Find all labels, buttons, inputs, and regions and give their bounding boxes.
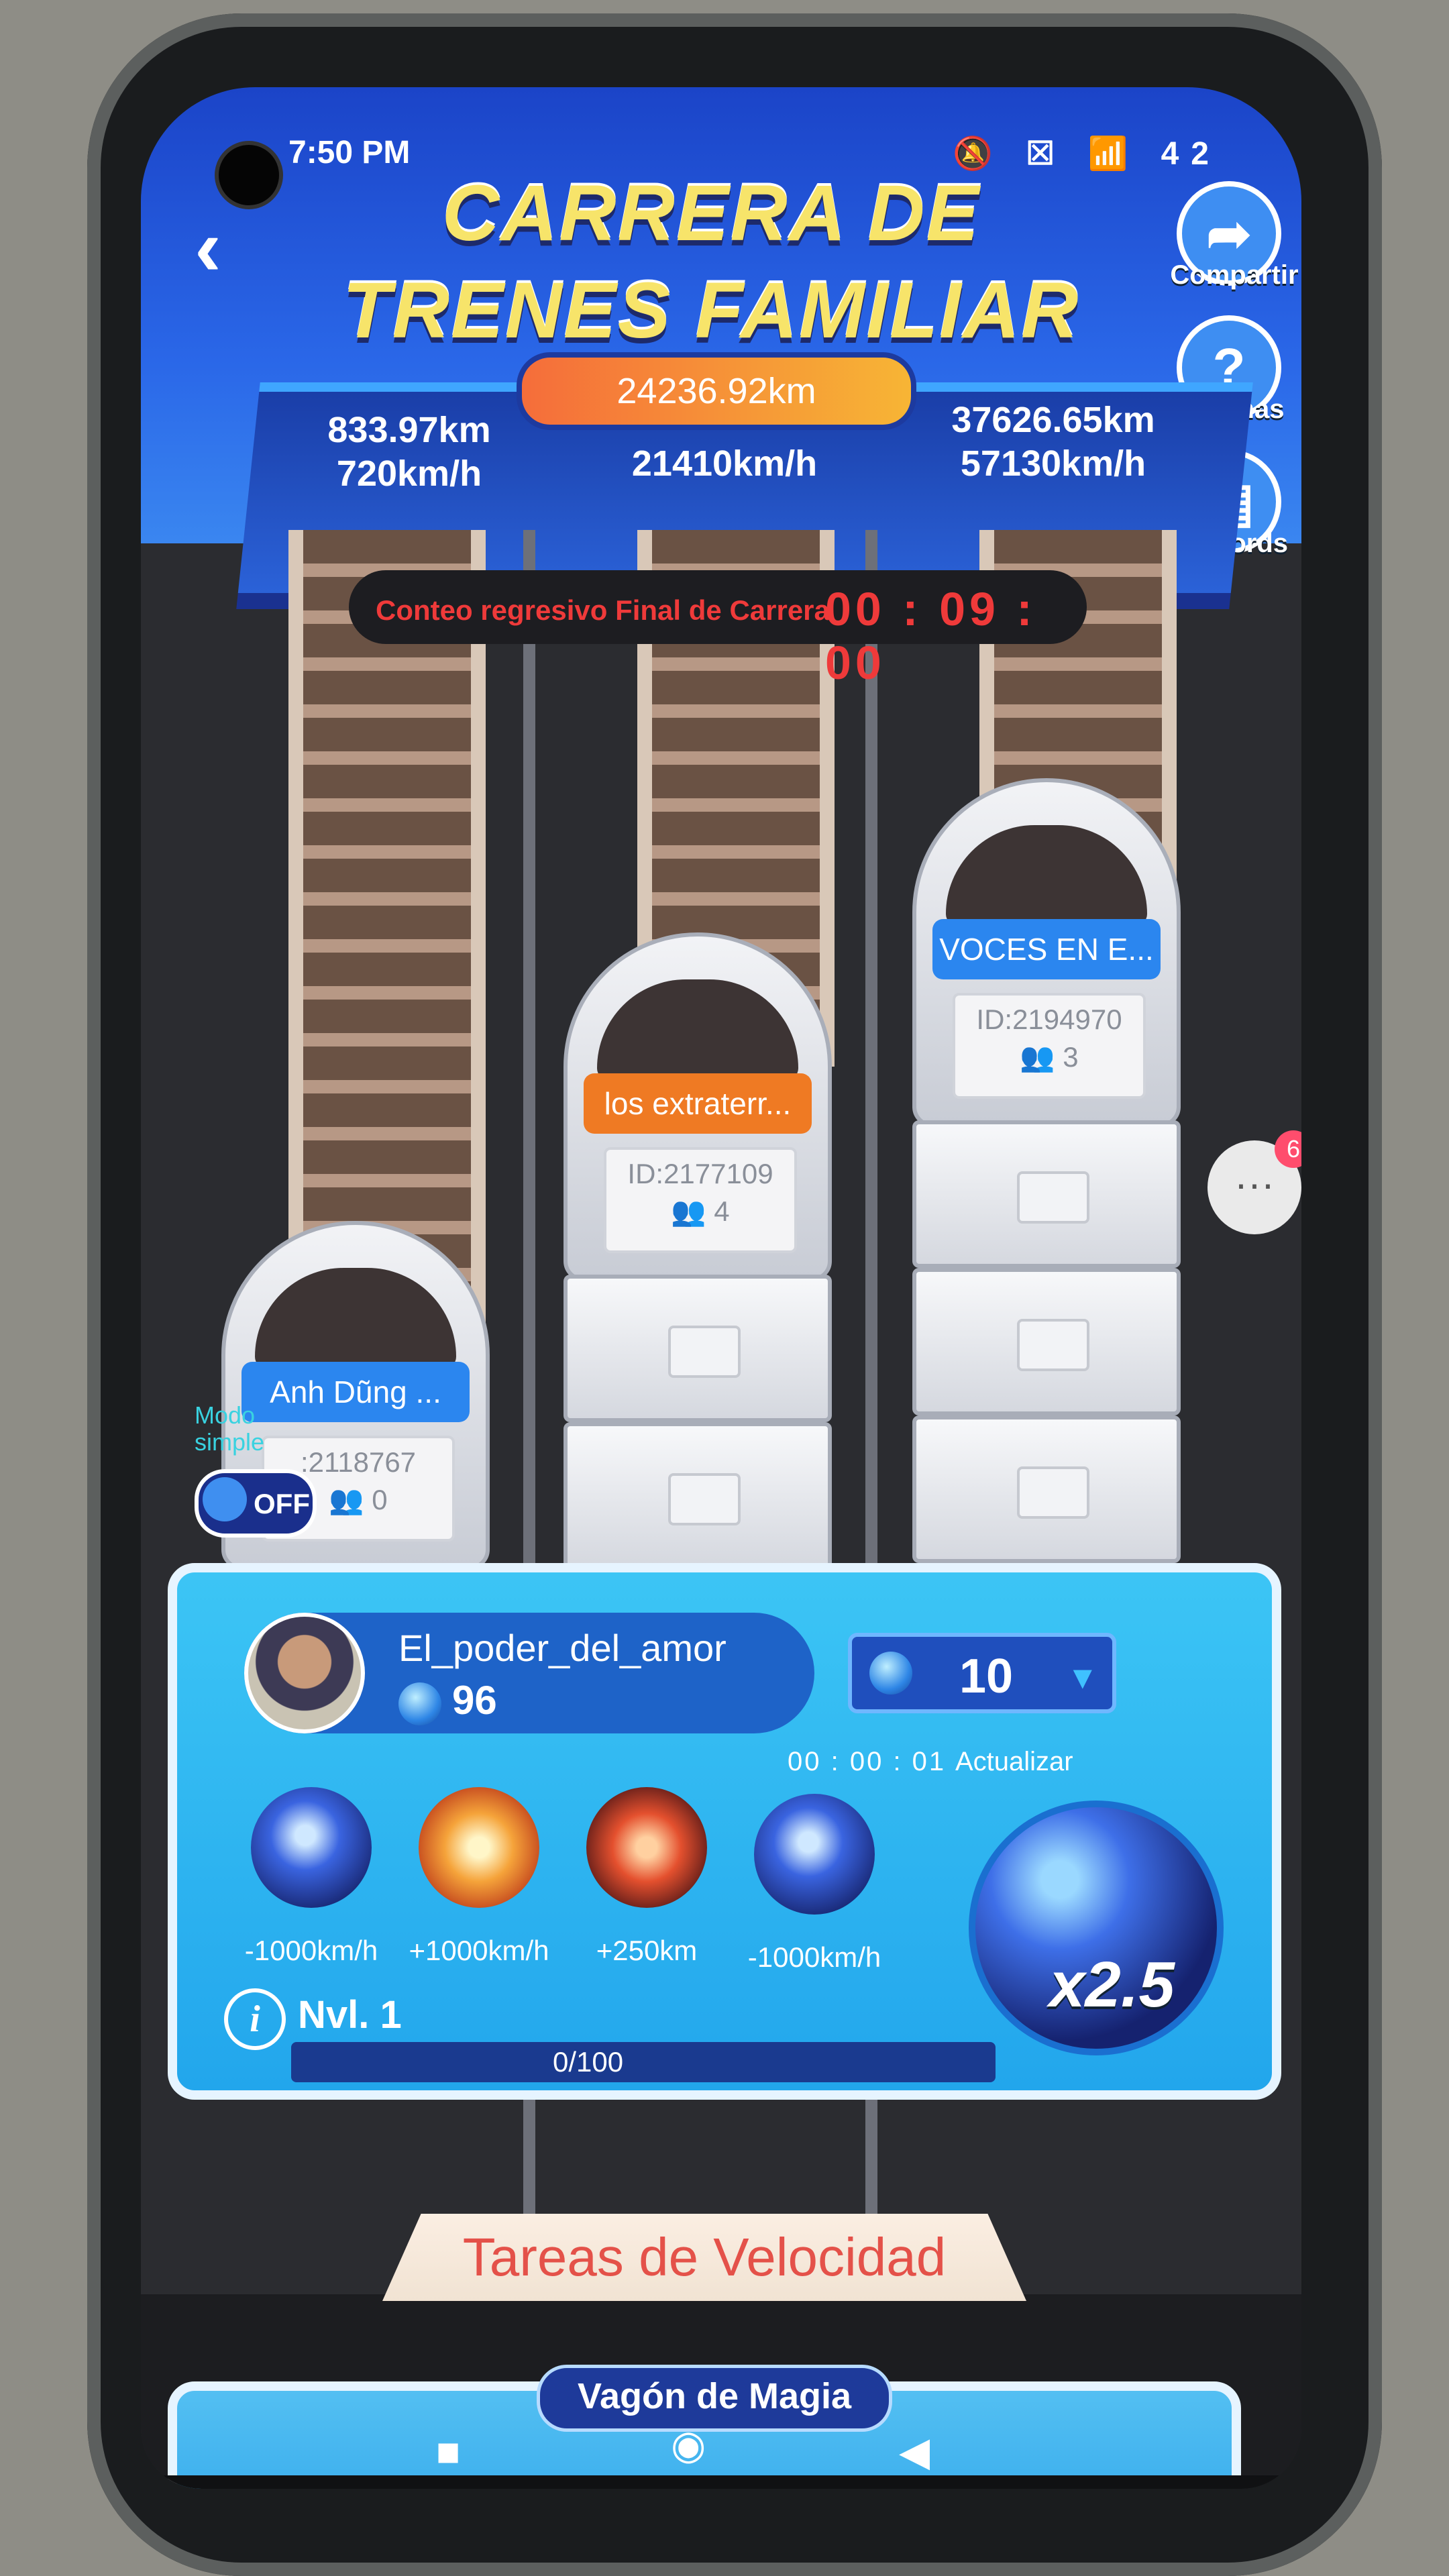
train-car bbox=[564, 1422, 832, 1570]
skill-label: -1000km/h bbox=[244, 1935, 378, 1966]
lane-1-speed: 720km/h bbox=[336, 453, 482, 494]
chevron-down-icon: ▼ bbox=[1067, 1660, 1099, 1696]
lane-3-distance: 37626.65km bbox=[951, 400, 1155, 440]
update-button[interactable]: Actualizar bbox=[955, 1747, 1073, 1777]
toggle-state: OFF bbox=[254, 1488, 310, 1519]
toggle-knob bbox=[203, 1477, 247, 1521]
train-car bbox=[564, 1275, 832, 1422]
gem-icon bbox=[869, 1652, 912, 1695]
gem-icon bbox=[398, 1682, 441, 1725]
train-id: ID:2194970 bbox=[976, 1004, 1122, 1035]
skill-label: -1000km/h bbox=[747, 1941, 881, 1973]
selected-amount: 10 bbox=[959, 1650, 1014, 1703]
simple-mode-toggle[interactable]: OFF bbox=[195, 1469, 317, 1538]
back-nav-button[interactable]: ◀ bbox=[899, 2428, 930, 2475]
train-id-card: ID:2194970 👥 3 bbox=[953, 993, 1146, 1099]
lane-2-speed: 21410km/h bbox=[631, 443, 818, 484]
avatar[interactable] bbox=[244, 1613, 365, 1733]
train-name: VOCES EN E... bbox=[932, 919, 1161, 979]
status-time: 7:50 PM bbox=[288, 135, 411, 170]
user-info: El_poder_del_amor 96 bbox=[244, 1613, 814, 1733]
recent-apps-button[interactable]: ■ bbox=[436, 2428, 460, 2475]
speed-tasks-tab[interactable]: Tareas de Velocidad bbox=[382, 2214, 1026, 2301]
wifi-icon: 📶 bbox=[1087, 136, 1140, 172]
skill-speed-up[interactable] bbox=[419, 1787, 539, 1908]
sim-icon: ☒ bbox=[1026, 136, 1067, 172]
status-icons: 🔕 ☒ 📶 42 bbox=[953, 134, 1221, 172]
race-countdown: Conteo regresivo Final de Carrera 00 : 0… bbox=[349, 570, 1087, 689]
battery-icon: 42 bbox=[1161, 136, 1221, 172]
control-panel: El_poder_del_amor 96 10 ▼ 00 : 00 : 01 A… bbox=[168, 1563, 1281, 2100]
skill-label: +1000km/h bbox=[409, 1935, 549, 1966]
train-name: los extraterr... bbox=[584, 1073, 812, 1134]
level-progress-bar bbox=[291, 2042, 996, 2082]
username: El_poder_del_amor bbox=[398, 1627, 727, 1669]
square-icon: ■ bbox=[436, 2429, 461, 2474]
info-icon[interactable]: i bbox=[224, 1988, 286, 2050]
circle-icon: ◉ bbox=[671, 2422, 706, 2467]
share-label: Compartir bbox=[1170, 260, 1299, 290]
total-distance: 24236.92km bbox=[517, 352, 916, 430]
multiplier: x2.5 bbox=[1049, 1949, 1175, 2021]
countdown-label: Conteo regresivo Final de Carrera bbox=[376, 594, 830, 626]
skill-slow-down-1[interactable] bbox=[251, 1787, 372, 1908]
train-car bbox=[912, 1120, 1181, 1268]
title-line-2: TRENES FAMILIAR bbox=[342, 266, 1080, 355]
mute-icon: 🔕 bbox=[953, 136, 1005, 172]
back-button[interactable]: ‹ bbox=[195, 201, 221, 294]
progress-text: 0/100 bbox=[553, 2046, 624, 2078]
lane-3-speed: 57130km/h bbox=[960, 443, 1146, 484]
chat-bubble-icon: ··· bbox=[1234, 1161, 1275, 1206]
train-car bbox=[912, 1415, 1181, 1563]
people-icon: 👥 bbox=[329, 1484, 372, 1515]
level-label: Nvl. 1 bbox=[298, 1993, 402, 2037]
train-name: Anh Dũng ... bbox=[241, 1362, 470, 1422]
game-screen: 7:50 PM 🔕 ☒ 📶 42 ‹ CARRERA DE TRENES FAM… bbox=[141, 87, 1301, 2489]
triangle-back-icon: ◀ bbox=[899, 2429, 930, 2474]
android-nav-bar bbox=[141, 2475, 1301, 2489]
countdown-time: 00 : 09 : 00 bbox=[825, 583, 1036, 689]
skill-label: +250km bbox=[596, 1935, 698, 1966]
train-id-card: ID:2177109 👥 4 bbox=[604, 1147, 797, 1253]
people-icon: 👥 bbox=[1020, 1041, 1063, 1073]
skill-slow-down-2[interactable] bbox=[754, 1794, 875, 1915]
amount-selector[interactable]: 10 ▼ bbox=[848, 1633, 1116, 1713]
skill-distance-boost[interactable] bbox=[586, 1787, 707, 1908]
train-id: ID:2177109 bbox=[627, 1158, 773, 1189]
gem-balance: 96 bbox=[452, 1678, 497, 1723]
simple-mode-label: Modo simple bbox=[195, 1401, 265, 1456]
share-arrow-icon: ➦ bbox=[1206, 203, 1252, 264]
member-count: 👥 4 bbox=[671, 1195, 730, 1227]
train-car bbox=[912, 1268, 1181, 1415]
home-button[interactable]: ◉ bbox=[671, 2422, 706, 2469]
refresh-timer: 00 : 00 : 01 bbox=[788, 1747, 947, 1776]
title-line-1: CARRERA DE bbox=[441, 169, 981, 258]
lane-1-distance: 833.97km bbox=[327, 410, 491, 450]
magic-wagon-tab[interactable]: Vagón de Magia bbox=[537, 2365, 892, 2432]
member-count: 👥 3 bbox=[1020, 1041, 1079, 1073]
people-icon: 👥 bbox=[671, 1195, 714, 1227]
